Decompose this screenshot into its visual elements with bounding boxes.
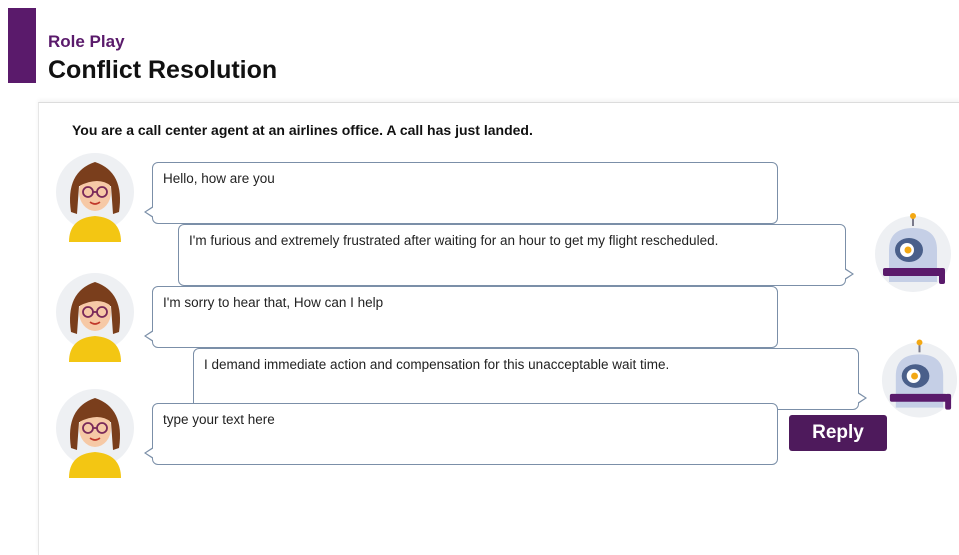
agent-message-bubble: I'm sorry to hear that, How can I help xyxy=(144,286,778,348)
agent-message-bubble: Hello, how are you xyxy=(144,162,778,224)
message-text: I'm furious and extremely frustrated aft… xyxy=(189,233,719,248)
robot-avatar-icon xyxy=(873,212,953,299)
message-text: I demand immediate action and compensati… xyxy=(204,357,670,372)
woman-avatar-icon xyxy=(55,272,135,367)
customer-message-bubble: I demand immediate action and compensati… xyxy=(193,348,867,410)
customer-message-bubble: I'm furious and extremely frustrated aft… xyxy=(178,224,854,286)
reply-button[interactable]: Reply xyxy=(789,415,887,451)
header-accent-bar xyxy=(8,8,36,83)
reply-text-input[interactable] xyxy=(163,412,767,427)
page-subtitle: Role Play xyxy=(48,32,125,51)
robot-avatar-icon xyxy=(880,338,959,425)
scenario-instruction: You are a call center agent at an airlin… xyxy=(72,122,533,138)
woman-avatar-icon xyxy=(55,388,135,483)
reply-input-bubble xyxy=(144,403,778,465)
page-title: Conflict Resolution xyxy=(48,56,278,84)
message-text: I'm sorry to hear that, How can I help xyxy=(163,295,384,310)
message-text: Hello, how are you xyxy=(163,171,275,186)
woman-avatar-icon xyxy=(55,152,135,247)
